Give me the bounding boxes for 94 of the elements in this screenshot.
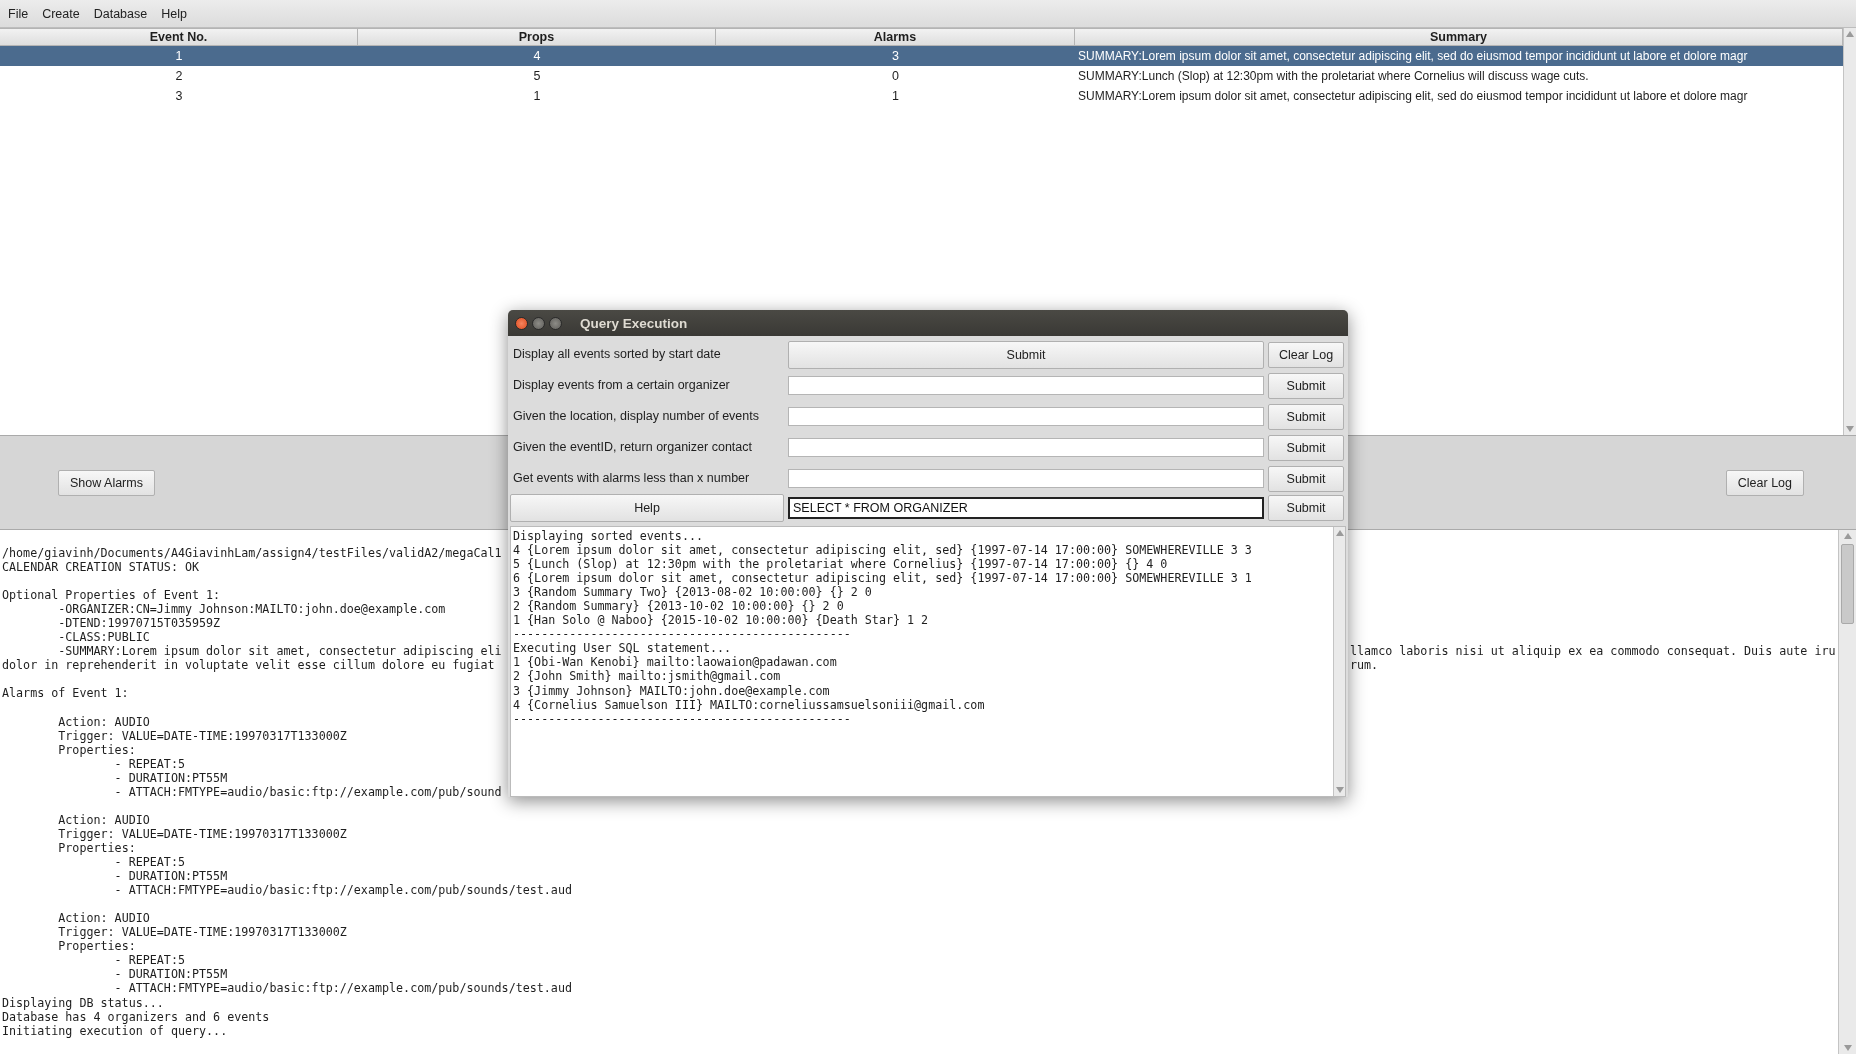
log-line: Trigger: VALUE=DATE-TIME:19970317T133000Z [57,925,347,940]
table-row[interactable]: 1 4 3 SUMMARY:Lorem ipsum dolor sit amet, consectetur adipiscing elit, sed do eiusmod tempor incididunt ut labore et dolore magr [0,46,1843,66]
table-cell-text: 4 [532,49,542,63]
log-line: - REPEAT:5 [113,855,185,870]
log-line: llamco laboris nisi ut aliquip ex ea commodo consequat. Duis aute iru [1350,644,1836,659]
log-line: Alarms of Event 1: [2,686,129,701]
submit-button[interactable]: Submit [1268,372,1344,399]
log-line: Properties: [57,841,136,856]
submit-button[interactable]: Submit [1268,495,1344,521]
clear-log-button[interactable]: Clear Log [1725,469,1804,496]
output-line: 4 {Lorem ipsum dolor sit amet, consectetur adipiscing elit, sed} {1997-07-14 17:00:00} SOMEWHEREVILLE 3 3 [513,543,1252,558]
show-alarms-button[interactable]: Show Alarms [58,469,155,496]
menu-item[interactable]: Database [87,3,154,24]
log-line: Action: AUDIO [57,714,150,729]
query-label: Given the location, display number of events [512,408,760,425]
output-line: Displaying sorted events... [513,529,703,544]
output-line: 5 {Lunch (Slop) at 12:30pm with the proletariat where Cornelius} {1997-07-14 17:00:00} {} 4 0 [513,557,1168,572]
log-line: - ATTACH:FMTYPE=audio/basic:ftp://example.com/pub/sounds/test.aud [113,981,572,996]
table-cell-text: SUMMARY:Lunch (Slop) at 12:30pm with the proletariat where Cornelius will discuss wage cuts. [1077,69,1590,83]
query-label: Display events from a certain organizer [512,377,731,394]
table-cell-text: 1 [174,49,184,63]
log-line: -SUMMARY:Lorem ipsum dolor sit amet, consectetur adipiscing eli [57,644,502,659]
query-label: Given the eventID, return organizer contact [512,439,753,456]
menu-item[interactable]: Create [36,3,86,24]
table-cell-text: 1 [532,89,542,103]
log-line: dolor in reprehenderit in voluptate velit esse cillum dolore eu fugiat [2,658,495,673]
window-title: Query Execution [580,315,688,331]
maximize-button[interactable] [549,316,562,330]
column-header[interactable]: Alarms [716,28,1075,46]
scrollbar[interactable] [1838,530,1856,1054]
table-cell-text: 1 [891,89,900,103]
column-header[interactable]: Event No. [0,28,358,46]
output-line: ------------------------------------------------ [513,711,851,726]
table-cell-text: SUMMARY:Lorem ipsum dolor sit amet, consectetur adipiscing elit, sed do eiusmod tempor incididunt ut labore et dolore magr [1077,89,1749,103]
log-line: Properties: [57,939,136,954]
log-line: -ORGANIZER:CN=Jimmy Johnson:MAILTO:john.doe@example.com [57,602,446,617]
output-line: 3 {Random Summary Two} {2013-08-02 10:00:00} {} 2 0 [513,585,872,600]
table-cell-text: SUMMARY:Lorem ipsum dolor sit amet, consectetur adipiscing elit, sed do eiusmod tempor incididunt ut labore et dolore magr [1077,49,1749,63]
log-line: -CLASS:PUBLIC [57,630,150,645]
log-line: Trigger: VALUE=DATE-TIME:19970317T133000Z [57,728,347,743]
column-header[interactable]: Summary [1075,28,1843,46]
menu-item[interactable]: Help [155,3,193,24]
log-line: - DURATION:PT55M [113,869,228,884]
log-line: -DTEND:19970715T035959Z [57,616,221,631]
output-line: 1 {Han Solo @ Naboo} {2015-10-02 10:00:00} {Death Star} 1 2 [513,613,929,628]
help-button[interactable]: Help [510,494,784,522]
log-line: rum. [1350,658,1379,673]
table-cell-text: 3 [174,89,184,103]
log-line: - ATTACH:FMTYPE=audio/basic:ftp://example.com/pub/sound [113,784,502,799]
table-cell-text: 0 [891,69,900,83]
output-line: 6 {Lorem ipsum dolor sit amet, consectetur adipiscing elit, sed} {1997-07-14 17:00:00} SOMEWHEREVILLE 3 1 [513,571,1252,586]
log-line: Database has 4 organizers and 6 events [2,1009,270,1024]
log-line: Trigger: VALUE=DATE-TIME:19970317T133000Z [57,826,347,841]
table-cell-text: 3 [891,49,900,63]
log-line: Displaying DB status... [2,995,164,1010]
scrollbar[interactable] [1333,527,1345,796]
input-field[interactable] [788,469,1264,488]
log-line: Optional Properties of Event 1: [2,588,221,603]
log-line: - ATTACH:FMTYPE=audio/basic:ftp://example.com/pub/sounds/test.aud [113,883,572,898]
log-line: - DURATION:PT55M [113,770,228,785]
scrollbar[interactable] [1843,28,1856,435]
output-line: 1 {Obi-Wan Kenobi} mailto:laowaion@padawan.com [513,655,837,670]
log-line: CALENDAR CREATION STATUS: OK [2,560,200,575]
close-button[interactable] [515,316,528,330]
query-label: Get events with alarms less than x number [512,470,751,487]
minimize-button[interactable] [532,316,545,330]
submit-button[interactable]: Submit [1268,403,1344,430]
output-line: Executing User SQL statement... [513,641,732,656]
table-cell-text: 5 [532,69,542,83]
log-line: - REPEAT:5 [114,756,185,771]
log-line: - REPEAT:5 [113,953,185,968]
input-field[interactable] [788,376,1264,395]
input-field[interactable] [788,438,1264,457]
input-field[interactable] [788,407,1264,426]
menu-item[interactable]: File [2,3,35,24]
submit-button[interactable]: Submit [1268,434,1344,461]
log-line: - DURATION:PT55M [113,967,228,982]
submit-button[interactable]: Submit [1268,465,1344,492]
clear-log-button[interactable]: Clear Log [1268,341,1344,368]
query-label: Display all events sorted by start date [512,346,722,363]
column-header[interactable]: Props [358,28,716,46]
log-line: /home/giavinh/Documents/A4GiavinhLam/assign4/testFiles/validA2/megaCal1 [2,546,502,561]
output-line: 2 {Random Summary} {2013-10-02 10:00:00} {} 2 0 [513,599,844,614]
output-line: 4 {Cornelius Samuelson III} MAILTO:corneliussamsuelsoniii@gmail.com [513,697,985,712]
sql-input-field[interactable]: SELECT * FROM ORGANIZER [788,497,1264,519]
log-line: Action: AUDIO [57,812,150,827]
log-line: Initiating execution of query... [2,1023,228,1038]
table-cell-text: 2 [174,69,184,83]
output-line: 2 {John Smith} mailto:jsmith@gmail.com [513,669,781,684]
output-line: 3 {Jimmy Johnson} MAILTO:john.doe@example.com [513,683,830,698]
log-line: Properties: [57,742,136,757]
log-line: Action: AUDIO [57,911,150,926]
submit-button[interactable]: Submit [788,340,1264,369]
output-line: ------------------------------------------------ [513,627,851,642]
